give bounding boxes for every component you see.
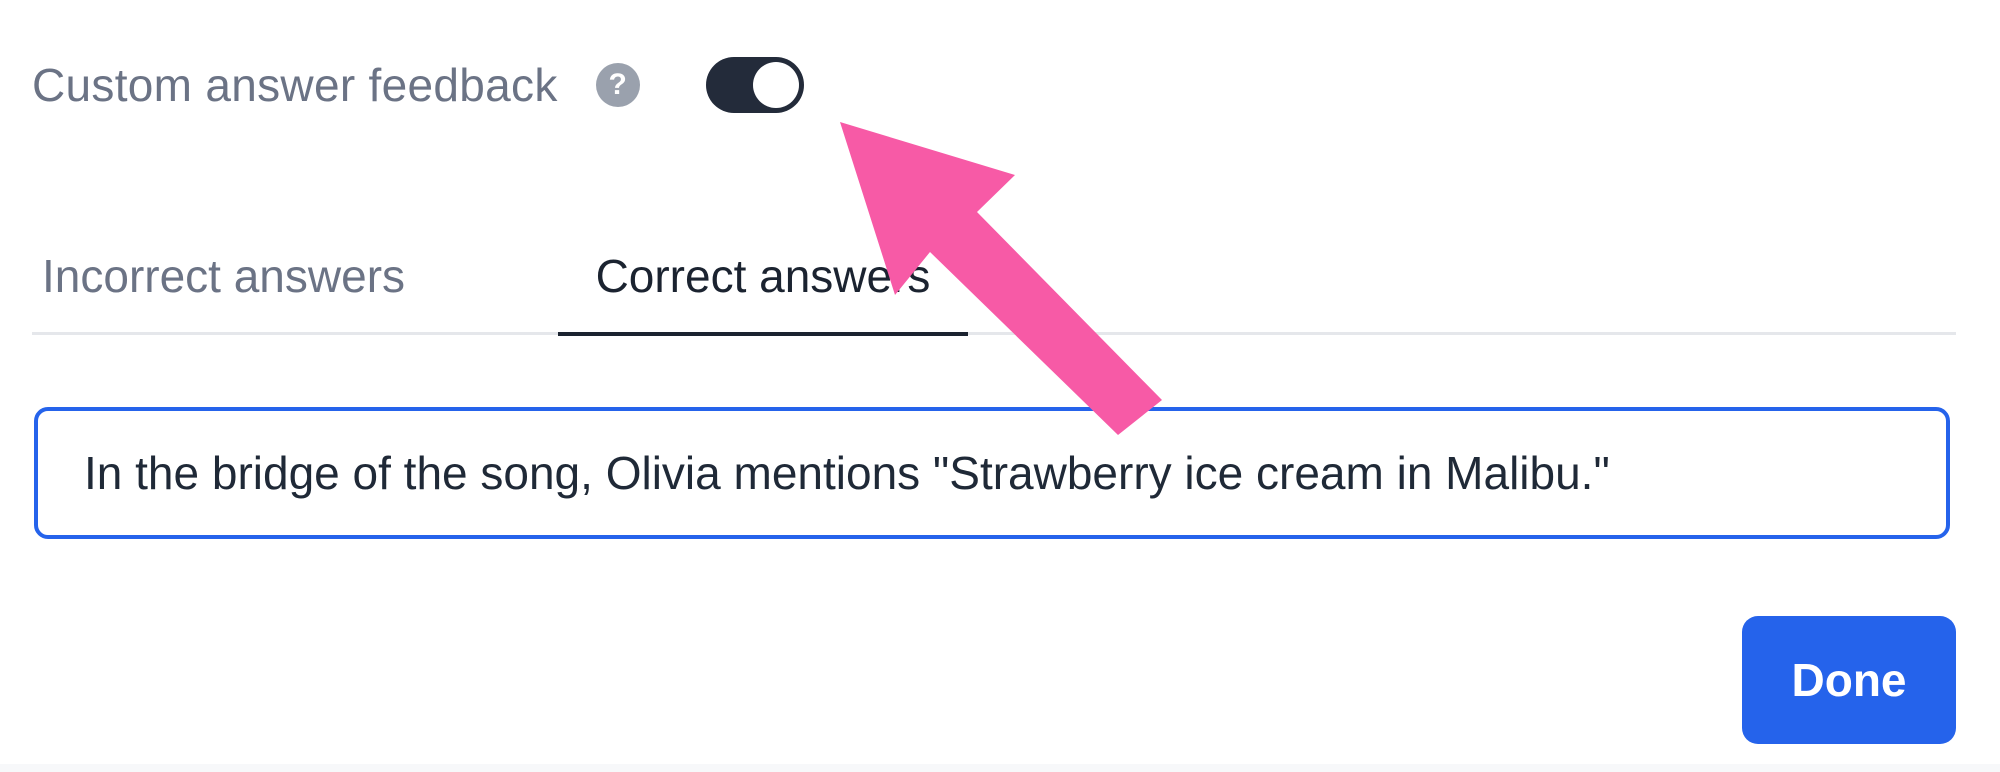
- tab-correct-answers[interactable]: Correct answers: [558, 220, 968, 336]
- toggle-knob: [752, 62, 799, 108]
- done-button[interactable]: Done: [1742, 616, 1956, 744]
- answer-tabs: Incorrect answers Correct answers: [32, 220, 1956, 336]
- feedback-text-input[interactable]: [34, 407, 1950, 539]
- custom-feedback-toggle[interactable]: [705, 57, 804, 113]
- tab-incorrect-answers[interactable]: Incorrect answers: [42, 220, 405, 332]
- bottom-strip: [0, 764, 2000, 772]
- custom-feedback-row: Custom answer feedback ?: [32, 50, 804, 120]
- help-icon[interactable]: ?: [595, 63, 640, 107]
- custom-feedback-label: Custom answer feedback: [32, 59, 558, 111]
